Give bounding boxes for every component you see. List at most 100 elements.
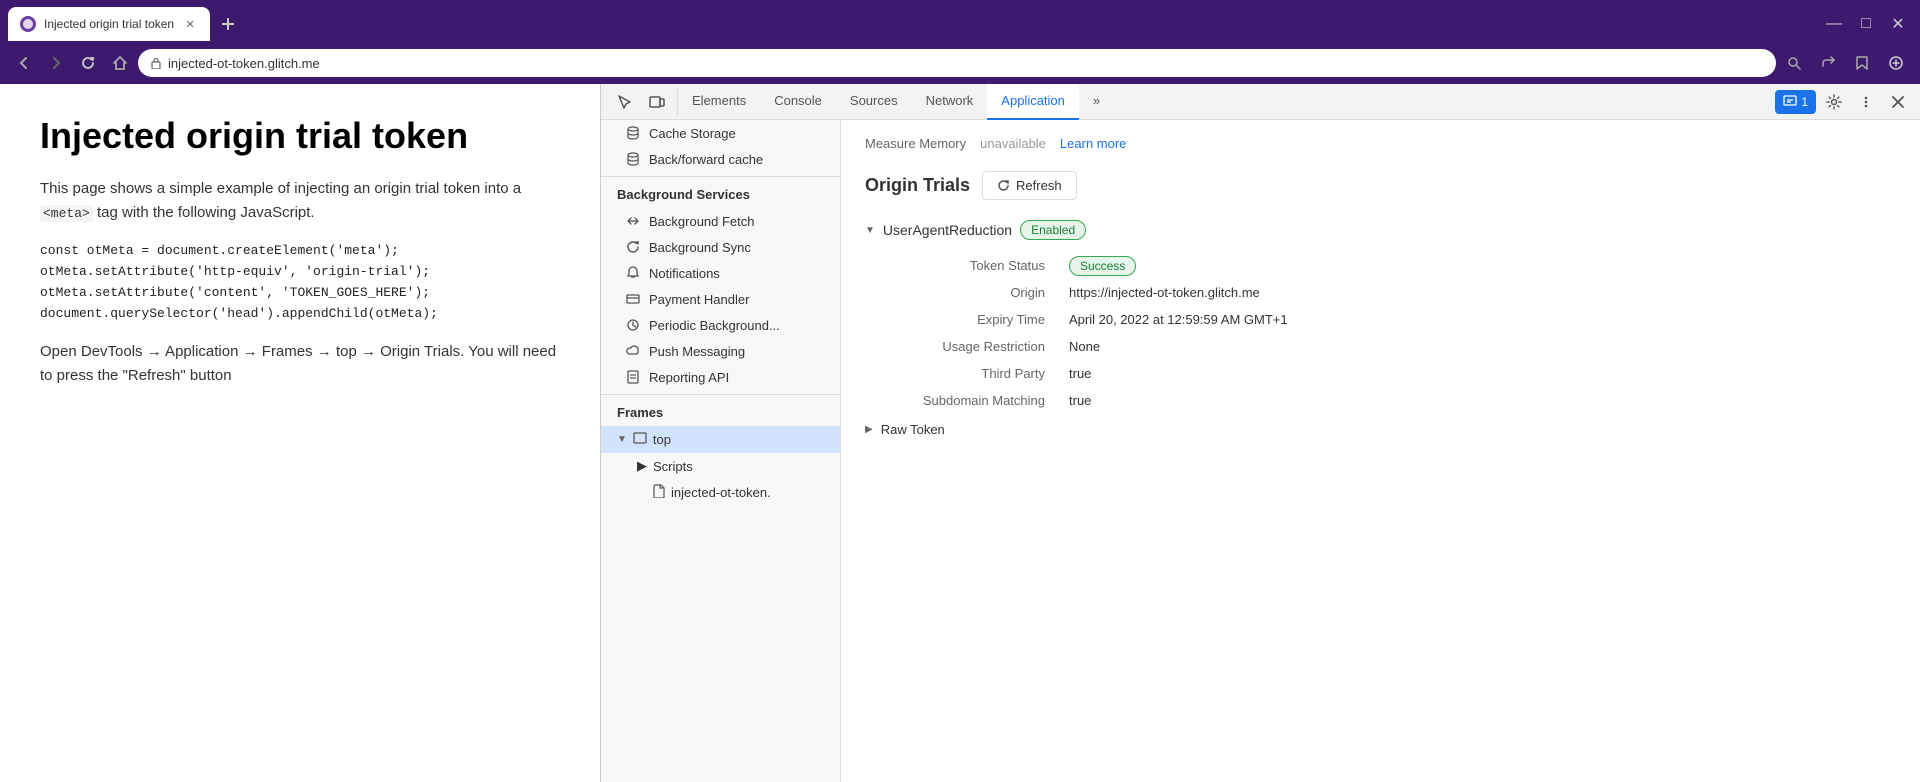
refresh-button-label: Refresh: [1016, 178, 1062, 193]
sidebar-item-cache-storage[interactable]: Cache Storage: [601, 120, 840, 146]
sidebar-label-payment-handler: Payment Handler: [649, 292, 749, 307]
forward-button[interactable]: [42, 49, 70, 77]
back-button[interactable]: [10, 49, 38, 77]
origin-value: https://injected-ot-token.glitch.me: [1069, 285, 1896, 300]
measure-memory-status: unavailable: [980, 136, 1046, 151]
tab-application[interactable]: Application: [987, 84, 1079, 120]
measure-memory-label: Measure Memory: [865, 136, 966, 151]
reload-button[interactable]: [74, 49, 102, 77]
sidebar-label-bg-sync: Background Sync: [649, 240, 751, 255]
sidebar-label-bfcache: Back/forward cache: [649, 152, 763, 167]
inspect-element-button[interactable]: [611, 88, 639, 116]
more-options-button[interactable]: [1852, 88, 1880, 116]
sidebar-item-periodic-bg[interactable]: Periodic Background...: [601, 312, 840, 338]
raw-token-expand-icon: ▶: [865, 424, 873, 435]
code-line-1: const otMeta = document.createElement('m…: [40, 241, 560, 262]
card-icon: [625, 291, 641, 307]
sidebar-item-push-messaging[interactable]: Push Messaging: [601, 338, 840, 364]
tab-sources[interactable]: Sources: [836, 84, 912, 120]
subdomain-row: Subdomain Matching true: [889, 387, 1896, 414]
sidebar-item-bg-sync[interactable]: Background Sync: [601, 234, 840, 260]
nav-actions: [1780, 49, 1910, 77]
devtools-body: Cache Storage Back/forward cache Backgro…: [601, 120, 1920, 782]
frames-scripts-item[interactable]: ▶ Scripts: [601, 453, 840, 479]
tab-close-button[interactable]: ✕: [182, 16, 198, 32]
maximize-button[interactable]: □: [1852, 10, 1880, 38]
settings-button[interactable]: [1820, 88, 1848, 116]
db-icon: [625, 125, 641, 141]
doc-icon: [625, 369, 641, 385]
frame-icon: [633, 431, 647, 448]
more-tabs-button[interactable]: »: [1079, 84, 1114, 120]
success-badge: Success: [1069, 256, 1136, 276]
sidebar-divider-2: [601, 394, 840, 395]
trial-details-table: Token Status Success Origin https://inje…: [889, 252, 1896, 414]
usage-value: None: [1069, 339, 1896, 354]
sidebar-item-payment-handler[interactable]: Payment Handler: [601, 286, 840, 312]
trial-section: ▼ UserAgentReduction Enabled Token Statu…: [865, 220, 1896, 437]
tab-network[interactable]: Network: [912, 84, 988, 120]
tab-elements[interactable]: Elements: [678, 84, 760, 120]
sidebar-item-reporting-api[interactable]: Reporting API: [601, 364, 840, 390]
expiry-value: April 20, 2022 at 12:59:59 AM GMT+1: [1069, 312, 1896, 327]
arrows-icon: [625, 213, 641, 229]
bookmark-button[interactable]: [1848, 49, 1876, 77]
new-tab-button[interactable]: [214, 10, 242, 38]
address-bar[interactable]: injected-ot-token.glitch.me: [138, 49, 1776, 77]
learn-more-link[interactable]: Learn more: [1060, 136, 1126, 151]
close-window-button[interactable]: ✕: [1884, 10, 1912, 38]
devtools-main-panel: Measure Memory unavailable Learn more Or…: [841, 120, 1920, 782]
extensions-button[interactable]: [1882, 49, 1910, 77]
home-button[interactable]: [106, 49, 134, 77]
devtools-sidebar: Cache Storage Back/forward cache Backgro…: [601, 120, 841, 782]
usage-label: Usage Restriction: [889, 339, 1069, 354]
webpage: Injected origin trial token This page sh…: [0, 84, 600, 782]
sidebar-label-notifications: Notifications: [649, 266, 720, 281]
third-party-label: Third Party: [889, 366, 1069, 381]
origin-trials-header: Origin Trials Refresh: [865, 171, 1896, 200]
device-toolbar-button[interactable]: [643, 88, 671, 116]
frames-top-item[interactable]: ▼ top: [601, 426, 840, 453]
intro-text-2: tag with the following JavaScript.: [93, 204, 315, 221]
usage-restriction-row: Usage Restriction None: [889, 333, 1896, 360]
raw-token-row[interactable]: ▶ Raw Token: [865, 422, 1896, 437]
tab-console[interactable]: Console: [760, 84, 836, 120]
token-status-row: Token Status Success: [889, 252, 1896, 279]
trial-expand-button[interactable]: ▼: [865, 225, 875, 236]
top-frame-label: top: [653, 432, 671, 447]
sidebar-item-bfcache[interactable]: Back/forward cache: [601, 146, 840, 172]
nav-bar: injected-ot-token.glitch.me: [0, 42, 1920, 84]
intro-code: <meta>: [40, 205, 93, 222]
sidebar-item-bg-fetch[interactable]: Background Fetch: [601, 208, 840, 234]
clock-icon: [625, 317, 641, 333]
page-intro: This page shows a simple example of inje…: [40, 177, 560, 225]
main-area: Injected origin trial token This page sh…: [0, 84, 1920, 782]
cloud-icon: [625, 343, 641, 359]
minimize-button[interactable]: —: [1820, 10, 1848, 38]
feedback-badge-button[interactable]: 1: [1775, 90, 1816, 114]
token-status-value: Success: [1069, 258, 1896, 273]
scripts-label: Scripts: [653, 459, 693, 474]
sidebar-divider-1: [601, 176, 840, 177]
sidebar-item-notifications[interactable]: Notifications: [601, 260, 840, 286]
trial-name: UserAgentReduction: [883, 222, 1012, 238]
tab-favicon: [20, 16, 36, 32]
expand-icon: ▼: [617, 434, 627, 445]
sidebar-label-reporting-api: Reporting API: [649, 370, 729, 385]
share-button[interactable]: [1814, 49, 1842, 77]
frames-file-item[interactable]: injected-ot-token.: [601, 479, 840, 506]
active-tab[interactable]: Injected origin trial token ✕: [8, 7, 210, 41]
refresh-button[interactable]: Refresh: [982, 171, 1077, 200]
origin-row: Origin https://injected-ot-token.glitch.…: [889, 279, 1896, 306]
subdomain-label: Subdomain Matching: [889, 393, 1069, 408]
third-party-value: true: [1069, 366, 1896, 381]
code-line-4: document.querySelector('head').appendChi…: [40, 304, 560, 325]
bell-icon: [625, 265, 641, 281]
close-devtools-button[interactable]: [1884, 88, 1912, 116]
file-icon: [653, 484, 665, 501]
raw-token-label: Raw Token: [881, 422, 945, 437]
zoom-button[interactable]: [1780, 49, 1808, 77]
token-status-label: Token Status: [889, 258, 1069, 273]
devtools-actions: 1: [1775, 88, 1916, 116]
tab-controls: — □ ✕: [1820, 10, 1912, 38]
